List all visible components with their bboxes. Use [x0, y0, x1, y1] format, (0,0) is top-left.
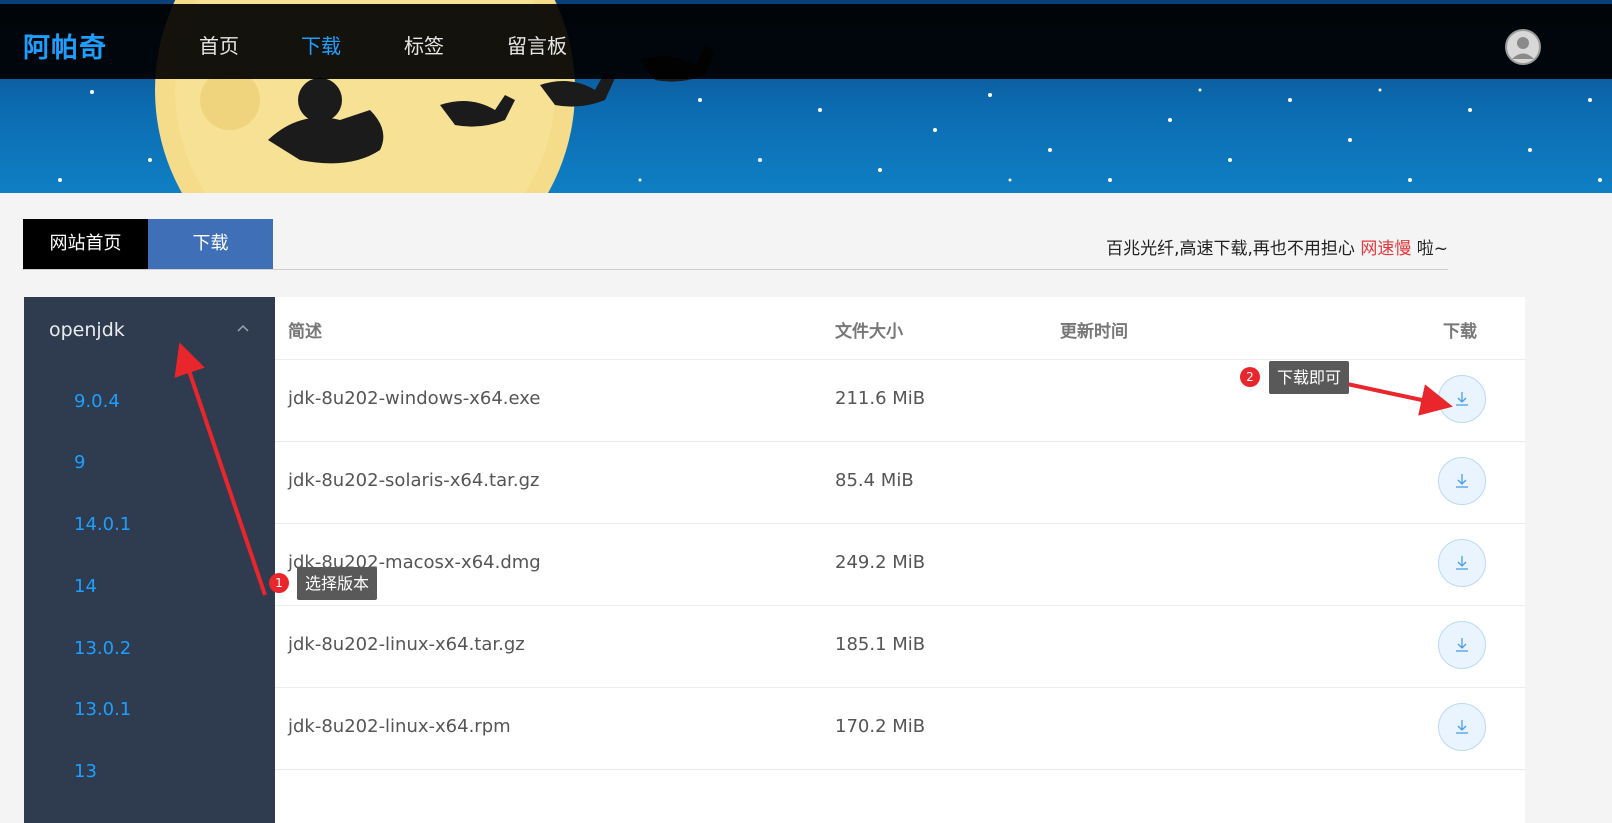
annotation-tooltip: 选择版本 — [297, 567, 378, 600]
download-button[interactable] — [1438, 703, 1486, 751]
nav-tags[interactable]: 标签 — [404, 30, 444, 59]
file-size: 249.2 MiB — [835, 552, 926, 573]
file-name: jdk-8u202-solaris-x64.tar.gz — [288, 470, 540, 491]
slogan-highlight: 网速慢 — [1360, 239, 1412, 259]
sidebar-group-title[interactable]: openjdk — [49, 319, 125, 341]
download-button[interactable] — [1438, 621, 1486, 669]
top-navbar: 阿帕奇 首页 下载 标签 留言板 — [0, 4, 1612, 79]
column-header-description: 简述 — [288, 322, 322, 342]
breadcrumb-tabbar: 网站首页 下载 百兆光纤,高速下载,再也不用担心 网速慢 啦~ — [23, 219, 1448, 270]
nav-guestbook[interactable]: 留言板 — [507, 30, 567, 59]
chevron-up-icon[interactable] — [236, 323, 250, 333]
annotation-badge: 1 — [269, 573, 289, 593]
column-header-download: 下载 — [1443, 322, 1477, 342]
table-row: jdk-8u202-macosx-x64.dmg 249.2 MiB — [275, 523, 1525, 606]
file-name: jdk-8u202-windows-x64.exe — [288, 388, 541, 409]
slogan: 百兆光纤,高速下载,再也不用担心 网速慢 啦~ — [1106, 234, 1448, 259]
table-row: jdk-8u202-linux-x64.rpm 170.2 MiB — [275, 687, 1525, 770]
tab-site-home[interactable]: 网站首页 — [23, 219, 148, 269]
download-button[interactable] — [1438, 375, 1486, 423]
annotation-badge: 2 — [1240, 367, 1260, 387]
file-size: 85.4 MiB — [835, 470, 914, 491]
tab-download[interactable]: 下载 — [148, 219, 273, 269]
sidebar-item-version[interactable]: 9 — [74, 452, 85, 473]
file-name: jdk-8u202-linux-x64.tar.gz — [288, 634, 525, 655]
sidebar-item-version[interactable]: 13.0.1 — [74, 699, 131, 720]
slogan-text: 百兆光纤,高速下载,再也不用担心 — [1106, 239, 1355, 259]
annotation-tooltip: 下载即可 — [1269, 361, 1350, 394]
sidebar-item-version[interactable]: 13.0.2 — [74, 638, 131, 659]
download-button[interactable] — [1438, 539, 1486, 587]
column-header-size: 文件大小 — [835, 322, 903, 342]
file-name: jdk-8u202-linux-x64.rpm — [288, 716, 511, 737]
column-header-updated: 更新时间 — [1060, 322, 1128, 342]
sidebar-item-version[interactable]: 14 — [74, 576, 97, 597]
download-button[interactable] — [1438, 457, 1486, 505]
download-icon — [1456, 392, 1468, 406]
file-size: 170.2 MiB — [835, 716, 926, 737]
table-row: jdk-8u202-linux-x64.tar.gz 185.1 MiB — [275, 605, 1525, 688]
sidebar-item-version[interactable]: 9.0.4 — [74, 391, 120, 412]
table-row: jdk-8u202-solaris-x64.tar.gz 85.4 MiB — [275, 441, 1525, 524]
sidebar-item-version[interactable]: 13 — [74, 761, 97, 782]
file-size: 185.1 MiB — [835, 634, 926, 655]
file-size: 211.6 MiB — [835, 388, 926, 409]
slogan-suffix: 啦~ — [1416, 239, 1448, 259]
version-sidebar: openjdk 9.0.4 9 14.0.1 14 13.0.2 13.0.1 … — [24, 297, 275, 823]
user-avatar-icon[interactable] — [1504, 28, 1542, 66]
download-icon — [1456, 638, 1468, 652]
site-logo[interactable]: 阿帕奇 — [23, 26, 107, 65]
sidebar-item-version[interactable]: 14.0.1 — [74, 514, 131, 535]
nav-home[interactable]: 首页 — [199, 30, 239, 59]
download-icon — [1456, 474, 1468, 488]
table-header: 简述 文件大小 更新时间 下载 — [275, 297, 1525, 360]
download-icon — [1456, 556, 1468, 570]
nav-download[interactable]: 下载 — [301, 30, 341, 59]
download-icon — [1456, 720, 1468, 734]
